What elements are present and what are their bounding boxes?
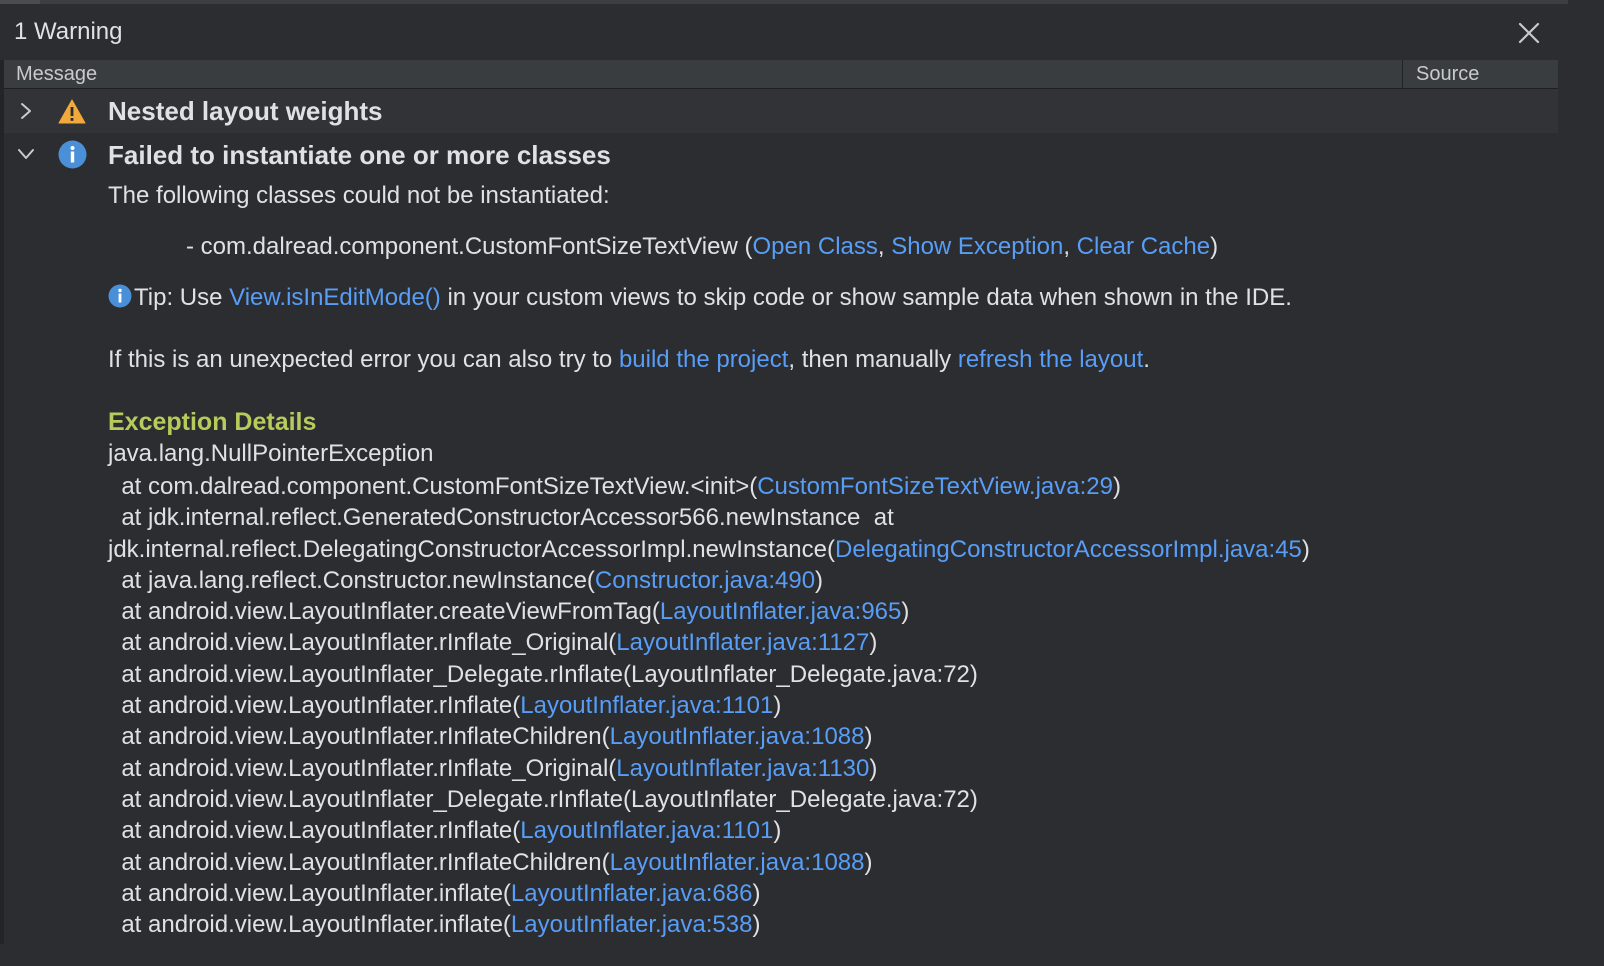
open-class-link[interactable]: Open Class bbox=[752, 233, 877, 260]
class-line: - com.dalread.component.CustomFontSizeTe… bbox=[186, 233, 1218, 261]
retry-text: . bbox=[1143, 346, 1150, 373]
retry-text: If this is an unexpected error you can a… bbox=[108, 346, 619, 373]
source-link[interactable]: Constructor.java:490 bbox=[595, 567, 815, 594]
stack-trace-line: at android.view.LayoutInflater.rInflate(… bbox=[108, 815, 1310, 846]
stack-frame-text: ) bbox=[901, 598, 910, 626]
stack-frame-text: ) bbox=[869, 629, 878, 657]
exception-details-title: Exception Details bbox=[108, 408, 317, 436]
stack-trace-line: at android.view.LayoutInflater.rInflateC… bbox=[108, 721, 1310, 752]
close-icon[interactable] bbox=[1516, 20, 1542, 46]
stack-trace-line: at android.view.LayoutInflater.rInflate_… bbox=[108, 627, 1310, 658]
column-header: Message Source bbox=[4, 60, 1558, 89]
stack-trace-line: at android.view.LayoutInflater_Delegate.… bbox=[108, 659, 1310, 690]
stack-frame-text: at android.view.LayoutInflater_Delegate.… bbox=[108, 660, 978, 688]
separator-text: ) bbox=[1210, 233, 1219, 260]
stack-frame-text: at android.view.LayoutInflater.inflate( bbox=[108, 879, 511, 907]
chevron-down-icon[interactable] bbox=[16, 144, 36, 164]
stack-frame-text: ) bbox=[815, 566, 824, 594]
stack-frame-text: ) bbox=[864, 723, 873, 751]
issue-title: Nested layout weights bbox=[108, 96, 383, 126]
panel-header: 1 Warning bbox=[0, 4, 1568, 60]
tip-text: in your custom views to skip code or sho… bbox=[440, 284, 1292, 311]
tip-text: Tip: Use bbox=[134, 284, 230, 311]
stack-trace-line: at android.view.LayoutInflater.createVie… bbox=[108, 596, 1310, 627]
retry-line: If this is an unexpected error you can a… bbox=[108, 346, 1150, 374]
stack-trace-line: at android.view.LayoutInflater_Delegate.… bbox=[108, 784, 1310, 815]
warning-icon bbox=[58, 99, 86, 124]
is-in-edit-mode-link[interactable]: View.isInEditMode() bbox=[229, 284, 441, 311]
issue-row-nested-weights[interactable]: Nested layout weights bbox=[4, 89, 1558, 133]
source-link[interactable]: CustomFontSizeTextView.java:29 bbox=[757, 473, 1113, 500]
class-name: - com.dalread.component.CustomFontSizeTe… bbox=[186, 233, 753, 260]
retry-text: , then manually bbox=[788, 346, 958, 373]
source-link[interactable]: DelegatingConstructorAccessorImpl.java:4… bbox=[835, 536, 1302, 563]
stack-frame-text: at android.view.LayoutInflater.rInflate( bbox=[108, 817, 521, 845]
column-message[interactable]: Message bbox=[16, 63, 97, 86]
stack-frame-text: at android.view.LayoutInflater.rInflate_… bbox=[108, 754, 617, 782]
column-source[interactable]: Source bbox=[1416, 63, 1479, 86]
tip-info-icon bbox=[108, 284, 132, 308]
source-link[interactable]: LayoutInflater.java:1088 bbox=[610, 849, 865, 876]
stack-frame-text: at java.lang.reflect.Constructor.newInst… bbox=[108, 566, 595, 594]
exception-name: java.lang.NullPointerException bbox=[108, 440, 434, 467]
left-edge bbox=[0, 60, 4, 944]
source-link[interactable]: LayoutInflater.java:1127 bbox=[616, 629, 869, 656]
stack-trace: at com.dalread.component.CustomFontSizeT… bbox=[108, 471, 1310, 940]
chevron-right-icon[interactable] bbox=[16, 101, 36, 121]
stack-frame-text: ) bbox=[773, 817, 782, 845]
stack-trace-line: at android.view.LayoutInflater.rInflateC… bbox=[108, 847, 1310, 878]
detail-intro: The following classes could not be insta… bbox=[108, 182, 610, 209]
stack-frame-text: at android.view.LayoutInflater.rInflate_… bbox=[108, 629, 617, 657]
stack-trace-line: at java.lang.reflect.Constructor.newInst… bbox=[108, 565, 1310, 596]
clear-cache-link[interactable]: Clear Cache bbox=[1077, 233, 1210, 260]
source-link[interactable]: LayoutInflater.java:1130 bbox=[616, 755, 869, 782]
issue-row-failed-instantiate[interactable]: Failed to instantiate one or more classe… bbox=[4, 134, 1558, 178]
source-link[interactable]: LayoutInflater.java:686 bbox=[511, 880, 753, 907]
source-link[interactable]: LayoutInflater.java:538 bbox=[511, 911, 753, 938]
stack-trace-line: at android.view.LayoutInflater.rInflate(… bbox=[108, 690, 1310, 721]
stack-frame-text: at android.view.LayoutInflater.createVie… bbox=[108, 598, 660, 626]
stack-frame-text: ) bbox=[1301, 535, 1310, 563]
stack-frame-text: ) bbox=[869, 754, 878, 782]
stack-frame-text: at com.dalread.component.CustomFontSizeT… bbox=[108, 473, 758, 500]
tip-line: Tip: Use View.isInEditMode() in your cus… bbox=[134, 284, 1292, 312]
source-link[interactable]: LayoutInflater.java:1101 bbox=[520, 692, 773, 719]
column-separator[interactable] bbox=[1402, 60, 1403, 88]
stack-frame-text: ) bbox=[864, 848, 873, 876]
stack-frame-text: at android.view.LayoutInflater.rInflate( bbox=[108, 692, 521, 720]
stack-frame-text: at android.view.LayoutInflater.inflate( bbox=[108, 911, 511, 939]
refresh-layout-link[interactable]: refresh the layout bbox=[958, 346, 1143, 373]
issue-title: Failed to instantiate one or more classe… bbox=[108, 140, 611, 170]
build-project-link[interactable]: build the project bbox=[619, 346, 788, 373]
stack-frame-text: at android.view.LayoutInflater.rInflateC… bbox=[108, 848, 610, 876]
source-link[interactable]: LayoutInflater.java:1101 bbox=[520, 817, 773, 844]
stack-trace-line: at android.view.LayoutInflater.rInflate_… bbox=[108, 753, 1310, 784]
source-link[interactable]: LayoutInflater.java:1088 bbox=[610, 723, 865, 750]
stack-trace-line: jdk.internal.reflect.DelegatingConstruct… bbox=[108, 534, 1310, 565]
stack-frame-text: ) bbox=[752, 911, 761, 939]
stack-frame-text: at android.view.LayoutInflater.rInflateC… bbox=[108, 723, 610, 751]
source-link[interactable]: LayoutInflater.java:965 bbox=[660, 598, 902, 625]
stack-trace-line: at com.dalread.component.CustomFontSizeT… bbox=[108, 471, 1310, 502]
stack-trace-line: at android.view.LayoutInflater.inflate(L… bbox=[108, 909, 1310, 940]
stack-frame-text: ) bbox=[773, 692, 782, 720]
stack-frame-text: at jdk.internal.reflect.GeneratedConstru… bbox=[108, 504, 894, 532]
stack-frame-text: at android.view.LayoutInflater_Delegate.… bbox=[108, 785, 978, 813]
stack-trace-line: at android.view.LayoutInflater.inflate(L… bbox=[108, 878, 1310, 909]
stack-trace-line: at jdk.internal.reflect.GeneratedConstru… bbox=[108, 502, 1310, 533]
show-exception-link[interactable]: Show Exception bbox=[891, 233, 1063, 260]
separator-text: , bbox=[1063, 233, 1077, 260]
stack-frame-text: jdk.internal.reflect.DelegatingConstruct… bbox=[108, 535, 835, 563]
stack-frame-text: ) bbox=[1112, 473, 1121, 500]
separator-text: , bbox=[877, 233, 892, 260]
stack-frame-text: ) bbox=[752, 879, 761, 907]
panel-title: 1 Warning bbox=[14, 18, 123, 45]
info-icon bbox=[58, 140, 87, 169]
